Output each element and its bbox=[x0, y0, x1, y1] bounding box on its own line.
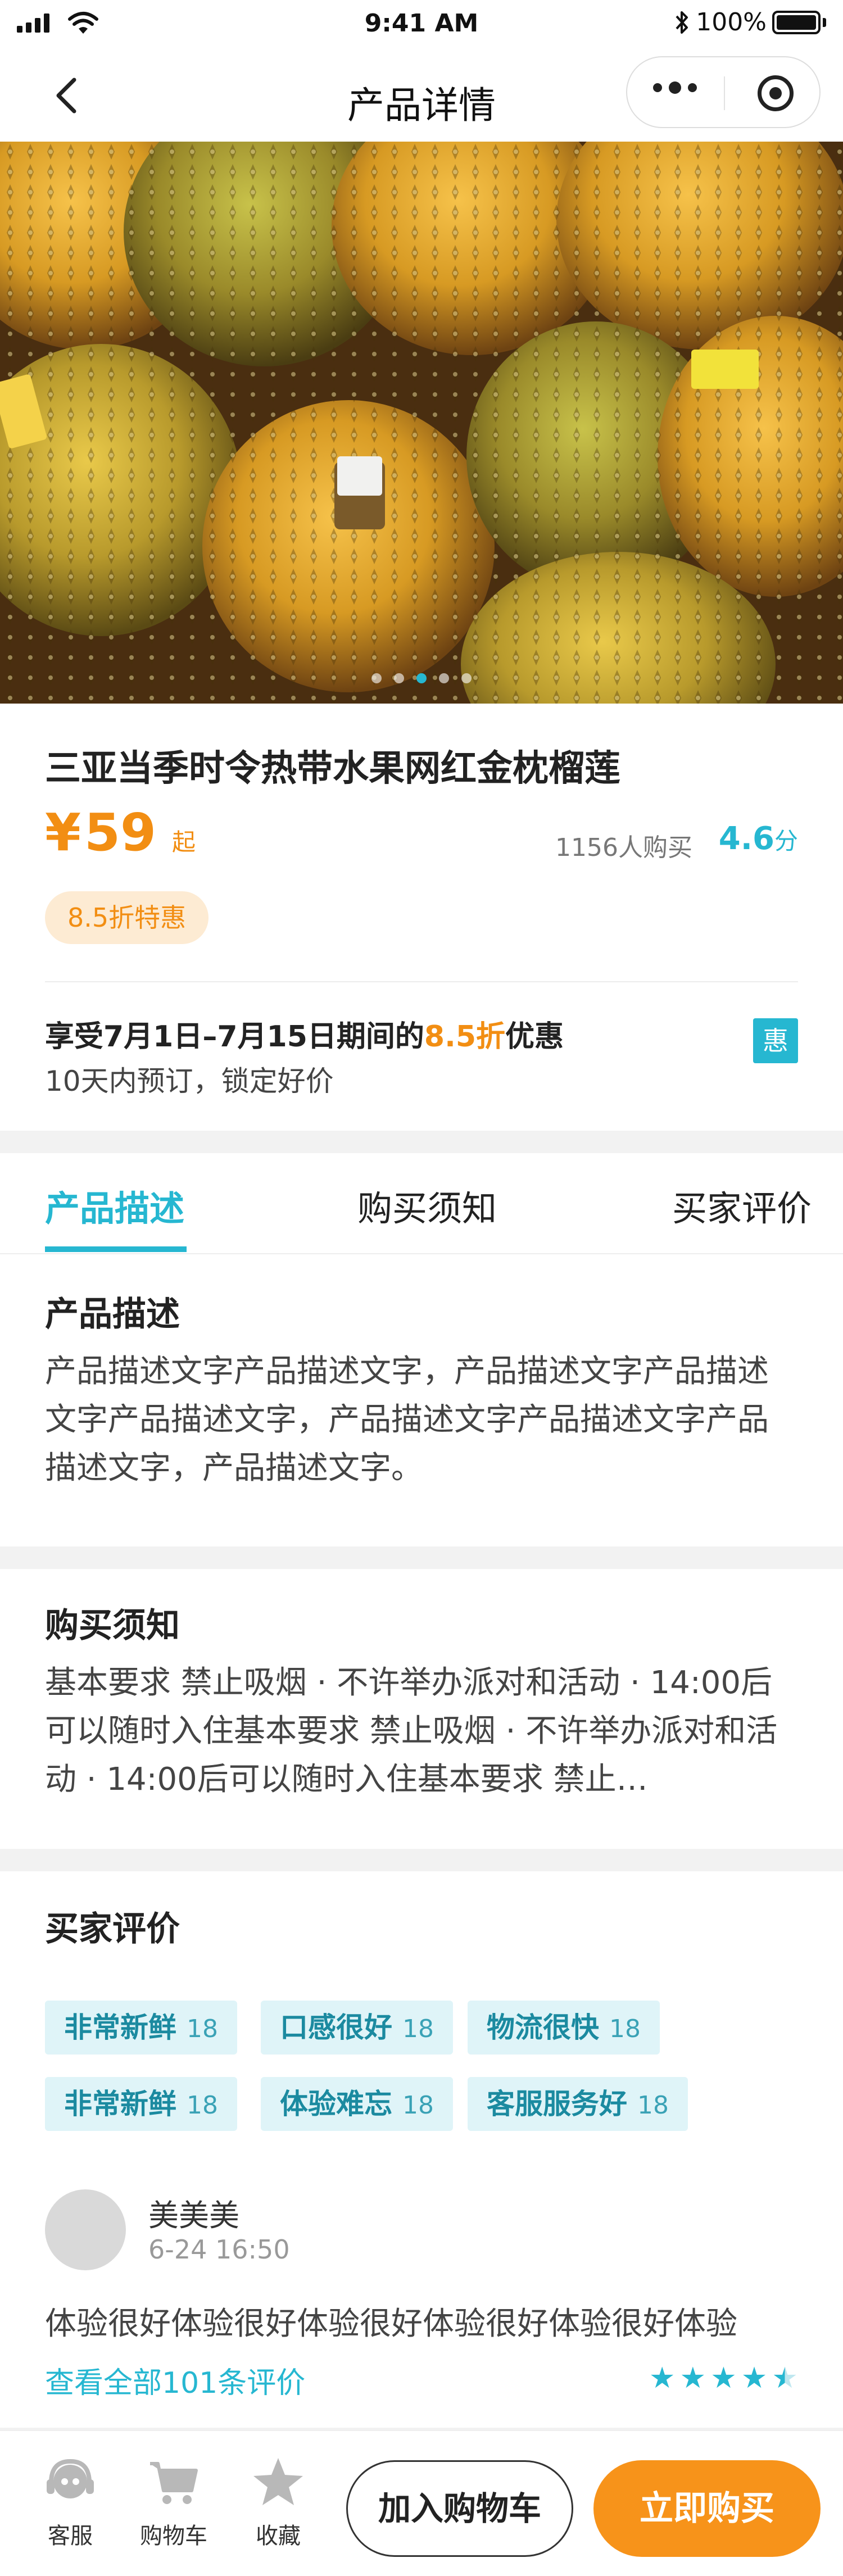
more-icon[interactable] bbox=[653, 81, 697, 94]
customer-service-icon bbox=[47, 2459, 94, 2498]
carousel-dot[interactable] bbox=[461, 673, 472, 683]
cart-label: 购物车 bbox=[140, 2523, 207, 2549]
cart-button[interactable]: 购物车 bbox=[132, 2453, 216, 2550]
durian-photo bbox=[0, 142, 843, 704]
notice-section: 购买须知 基本要求 禁止吸烟 · 不许举办派对和活动 · 14:00后可以随时入… bbox=[0, 1569, 843, 1849]
close-capsule-icon[interactable] bbox=[758, 75, 794, 111]
tab-description[interactable]: 产品描述 bbox=[45, 1180, 184, 1231]
bottom-action-bar: 客服 购物车 收藏 加入购物车 立即购买 bbox=[0, 2430, 843, 2576]
description-section: 产品描述 产品描述文字产品描述文字，产品描述文字产品描述文字产品描述文字，产品描… bbox=[0, 1254, 843, 1546]
add-to-cart-button[interactable]: 加入购物车 bbox=[346, 2460, 573, 2557]
promo-text: 享受7月1日–7月15日期间的8.5折优惠 bbox=[45, 1020, 564, 1054]
review-tag[interactable]: 体验难忘 18 bbox=[261, 2077, 453, 2131]
favorite-button[interactable]: 收藏 bbox=[236, 2453, 320, 2550]
carousel-indicator bbox=[0, 673, 843, 683]
view-all-reviews-link[interactable]: 查看全部101条评价 bbox=[45, 2359, 305, 2401]
service-label: 客服 bbox=[48, 2523, 93, 2549]
review-tag[interactable]: 口感很好 18 bbox=[261, 2001, 453, 2055]
description-text: 产品描述文字产品描述文字，产品描述文字产品描述文字产品描述文字，产品描述文字产品… bbox=[45, 1353, 769, 1486]
sold-count: 1156人购买 bbox=[555, 833, 692, 862]
notice-text: 基本要求 禁止吸烟 · 不许举办派对和活动 · 14:00后可以随时入住基本要求… bbox=[45, 1665, 778, 1798]
promo-subtext: 10天内预订，锁定好价 bbox=[45, 1065, 334, 1097]
tab-reviews[interactable]: 买家评价 bbox=[672, 1180, 812, 1231]
detail-tabs: 产品描述 购买须知 买家评价 bbox=[0, 1153, 843, 1254]
review-text: 体验很好体验很好体验很好体验很好体验很好体验 bbox=[45, 2306, 737, 2342]
rating-score: 4.6分 bbox=[718, 820, 798, 857]
reviews-section: 买家评价 非常新鲜 18 口感很好 18 物流很快 18 非常新鲜 18 体验难忘 18 … bbox=[0, 1871, 843, 2428]
promo-icon[interactable]: 惠 bbox=[753, 1018, 798, 1063]
reviewer-name: 美美美 bbox=[148, 2198, 239, 2233]
price-suffix: 起 bbox=[172, 828, 196, 856]
battery-icon bbox=[772, 10, 821, 34]
favorite-label: 收藏 bbox=[256, 2523, 301, 2549]
star-icon bbox=[253, 2458, 303, 2505]
mini-program-capsule bbox=[626, 56, 821, 128]
service-button[interactable]: 客服 bbox=[28, 2453, 112, 2550]
battery-percent: 100% bbox=[696, 8, 767, 37]
product-detail-page: 9:41 AM 100% 产品详情 三亚当季时令热带水果网红金枕榴莲 ¥ 59 … bbox=[0, 0, 843, 2576]
divider bbox=[45, 981, 798, 982]
buy-now-button[interactable]: 立即购买 bbox=[593, 2460, 821, 2557]
review-tag[interactable]: 非常新鲜 18 bbox=[45, 2001, 237, 2055]
product-title: 三亚当季时令热带水果网红金枕榴莲 bbox=[45, 748, 620, 790]
star-icon: ★ bbox=[710, 2361, 737, 2395]
price-value: 59 bbox=[84, 802, 157, 863]
bluetooth-icon bbox=[676, 11, 688, 34]
price: ¥ 59 起 bbox=[45, 802, 196, 863]
carousel-dot[interactable] bbox=[394, 673, 404, 683]
review-date: 6-24 16:50 bbox=[148, 2234, 290, 2265]
notice-title: 购买须知 bbox=[45, 1606, 180, 1645]
review-tag[interactable]: 客服服务好 18 bbox=[468, 2077, 688, 2131]
tab-notice[interactable]: 购买须知 bbox=[357, 1180, 497, 1231]
star-icon: ★ bbox=[741, 2361, 768, 2395]
nav-bar: 产品详情 bbox=[0, 49, 843, 142]
carousel-dot[interactable] bbox=[439, 673, 449, 683]
half-star-icon: ★ bbox=[772, 2361, 798, 2395]
carousel-dot-active[interactable] bbox=[416, 673, 427, 683]
star-icon: ★ bbox=[649, 2361, 676, 2395]
review-tag[interactable]: 非常新鲜 18 bbox=[45, 2077, 237, 2131]
carousel-dot[interactable] bbox=[371, 673, 382, 683]
review-rating: ★ ★ ★ ★ ★ bbox=[649, 2364, 798, 2393]
status-bar: 9:41 AM 100% bbox=[0, 0, 843, 49]
product-info: 三亚当季时令热带水果网红金枕榴莲 ¥ 59 起 1156人购买 4.6分 8.5… bbox=[0, 704, 843, 1131]
reviews-title: 买家评价 bbox=[45, 1910, 180, 1949]
product-image-carousel[interactable] bbox=[0, 142, 843, 704]
avatar bbox=[45, 2189, 126, 2270]
description-title: 产品描述 bbox=[45, 1295, 180, 1334]
active-tab-indicator bbox=[45, 1246, 187, 1252]
cart-icon bbox=[150, 2462, 198, 2504]
star-icon: ★ bbox=[679, 2361, 706, 2395]
currency-symbol: ¥ bbox=[45, 802, 81, 863]
discount-badge: 8.5折特惠 bbox=[45, 891, 209, 944]
review-tag[interactable]: 物流很快 18 bbox=[468, 2001, 660, 2055]
